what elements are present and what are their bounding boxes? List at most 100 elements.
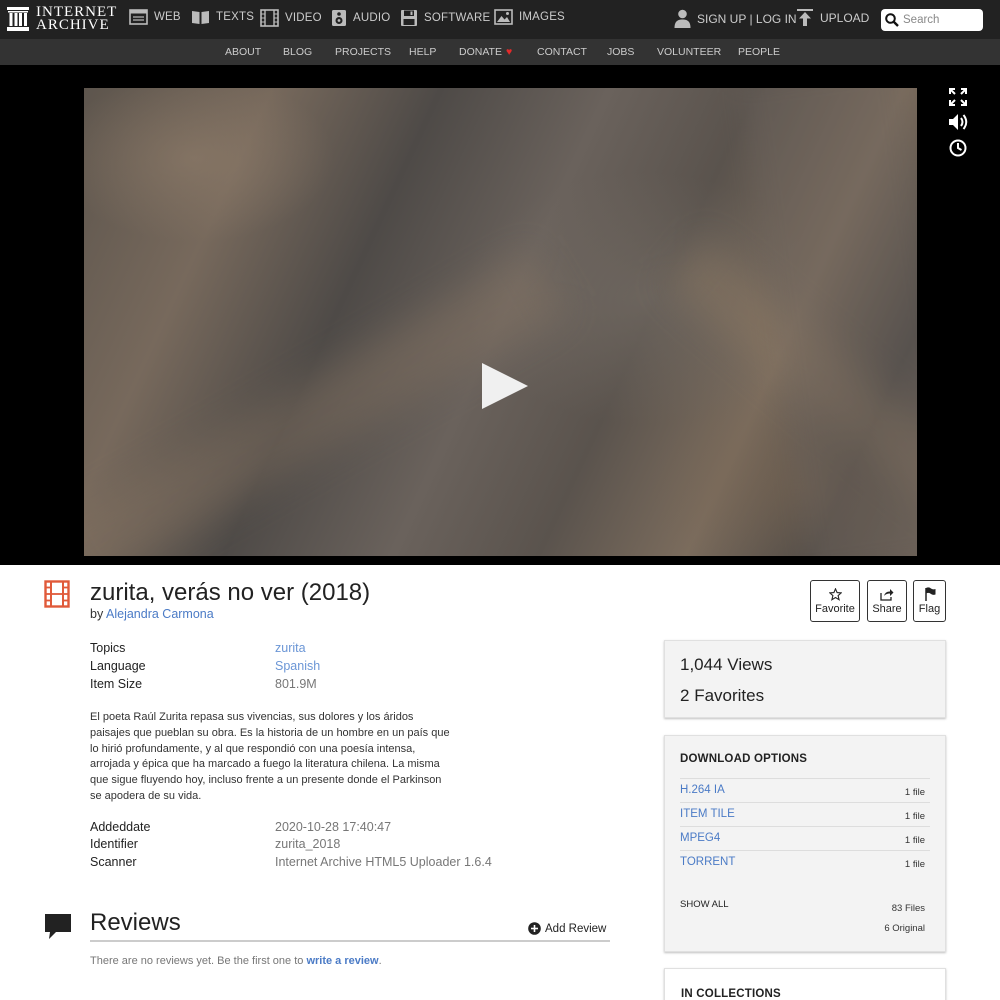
download-h264-link[interactable]: H.264 IA [680,784,725,796]
film-icon [44,580,70,608]
subnav-donate[interactable]: DONATE ♥ [459,46,512,58]
metadata-identifier-value: zurita_2018 [275,837,341,851]
upload-arrow-icon [797,9,813,26]
subnav-donate-label: DONATE [459,46,502,58]
by-label: by [90,607,104,621]
play-icon[interactable] [482,363,528,409]
image-icon [494,9,513,25]
metadata-item-size-label: Item Size [90,677,143,691]
subnav-projects[interactable]: PROJECTS [335,46,391,58]
video-player[interactable] [84,88,917,556]
nav-video[interactable]: VIDEO [260,9,322,27]
flag-label: Flag [918,603,941,615]
download-item-tile-link[interactable]: ITEM TILE [680,808,735,820]
metadata-topics-value[interactable]: zurita [275,641,306,655]
metadata-scanner-value: Internet Archive HTML5 Uploader 1.6.4 [275,855,492,869]
add-review-label: Add Review [545,922,607,935]
upload-label: UPLOAD [820,10,870,25]
views-number: 1,044 [680,655,723,674]
book-icon [192,11,209,24]
archive-temple-icon [7,7,29,31]
collections-panel: IN COLLECTIONS [664,968,946,1000]
write-review-link[interactable]: write a review [306,955,378,967]
download-row-mpeg4: MPEG4 1 file [680,826,930,850]
add-review-button[interactable]: Add Review [528,922,606,935]
metadata-identifier-label: Identifier [90,837,138,851]
share-icon [880,588,894,601]
download-mpeg4-link[interactable]: MPEG4 [680,832,720,844]
metadata-language-label: Language [90,659,146,673]
nav-web[interactable]: WEB [129,9,181,25]
download-row-item-tile: ITEM TILE 1 file [680,802,930,826]
favorites-label: Favorites [694,686,765,705]
total-files-count[interactable]: 83 Files [892,903,925,914]
video-theater [0,65,1000,565]
sign-up-log-in-label: SIGN UP | LOG IN [697,11,797,26]
no-reviews-message: There are no reviews yet. Be the first o… [90,955,382,967]
speech-bubble-icon [45,914,71,939]
subnav-help[interactable]: HELP [409,46,436,58]
nav-web-label: WEB [154,11,181,23]
reviews-heading: Reviews [90,909,181,936]
nav-video-label: VIDEO [285,12,322,24]
item-title: zurita, verás no ver (2018) [90,579,371,606]
user-icon [674,9,691,28]
metadata-language-value[interactable]: Spanish [275,659,320,673]
subnav-volunteer[interactable]: VOLUNTEER [657,46,721,58]
floppy-disk-icon [401,10,417,26]
subnav-blog[interactable]: BLOG [283,46,312,58]
nav-audio[interactable]: AUDIO [331,9,390,27]
web-icon [129,9,148,25]
nav-software[interactable]: SOFTWARE [400,9,490,27]
nav-software-label: SOFTWARE [424,12,491,24]
nav-images-label: IMAGES [519,11,565,23]
download-row-torrent: TORRENT 1 file [680,850,930,874]
volume-icon[interactable] [948,112,970,132]
nav-images[interactable]: IMAGES [494,9,565,25]
collections-heading: IN COLLECTIONS [681,988,781,1000]
heart-icon: ♥ [505,46,513,58]
download-row-h264: H.264 IA 1 file [680,778,930,802]
favorites-number: 2 [680,686,690,705]
upload-link[interactable]: UPLOAD [797,9,869,26]
stats-panel: 1,044 Views 2 Favorites [664,640,946,718]
download-mpeg4-count: 1 file [904,835,925,846]
share-button[interactable]: Share [867,580,907,622]
views-label: Views [727,655,773,674]
nav-texts[interactable]: TEXTS [191,9,254,25]
subnav-contact[interactable]: CONTACT [537,46,587,58]
subnav-people[interactable]: PEOPLE [738,46,780,58]
views-count: 1,044 Views [680,655,772,675]
search-input[interactable] [903,14,981,26]
metadata-addeddate-label: Addeddate [90,820,151,834]
subnav-about[interactable]: ABOUT [225,46,261,58]
download-torrent-link[interactable]: TORRENT [680,856,735,868]
nav-texts-label: TEXTS [216,11,255,23]
favorite-label: Favorite [815,602,855,615]
download-options-heading: DOWNLOAD OPTIONS [680,753,808,765]
author-link[interactable]: Alejandra Carmona [106,607,214,621]
subnav-jobs[interactable]: JOBS [607,46,634,58]
clock-icon[interactable] [948,138,968,158]
sign-up-log-in-link[interactable]: SIGN UP | LOG IN [674,9,797,28]
favorite-button[interactable]: Favorite [810,580,860,622]
metadata-addeddate-value: 2020-10-28 17:40:47 [275,820,392,834]
download-item-tile-count: 1 file [904,811,925,822]
flag-icon [924,587,935,601]
no-reviews-text: There are no reviews yet. Be the first o… [90,955,304,967]
film-icon [260,9,279,27]
original-files-count[interactable]: 6 Original [884,923,925,934]
plus-circle-icon [528,922,541,935]
favorites-count: 2 Favorites [680,686,764,706]
search-icon [885,13,899,27]
search-box[interactable] [881,9,983,31]
nav-audio-label: AUDIO [353,12,391,24]
flag-button[interactable]: Flag [913,580,946,622]
metadata-topics-label: Topics [90,641,126,655]
archive-wordmark: INTERNET ARCHIVE [36,5,117,33]
show-all-link[interactable]: SHOW ALL [680,899,729,910]
fullscreen-icon[interactable] [948,87,968,107]
internet-archive-logo[interactable]: INTERNET ARCHIVE [7,5,117,33]
share-label: Share [872,602,902,615]
secondary-navigation: ABOUT BLOG PROJECTS HELP DONATE ♥ CONTACT… [0,39,1000,65]
